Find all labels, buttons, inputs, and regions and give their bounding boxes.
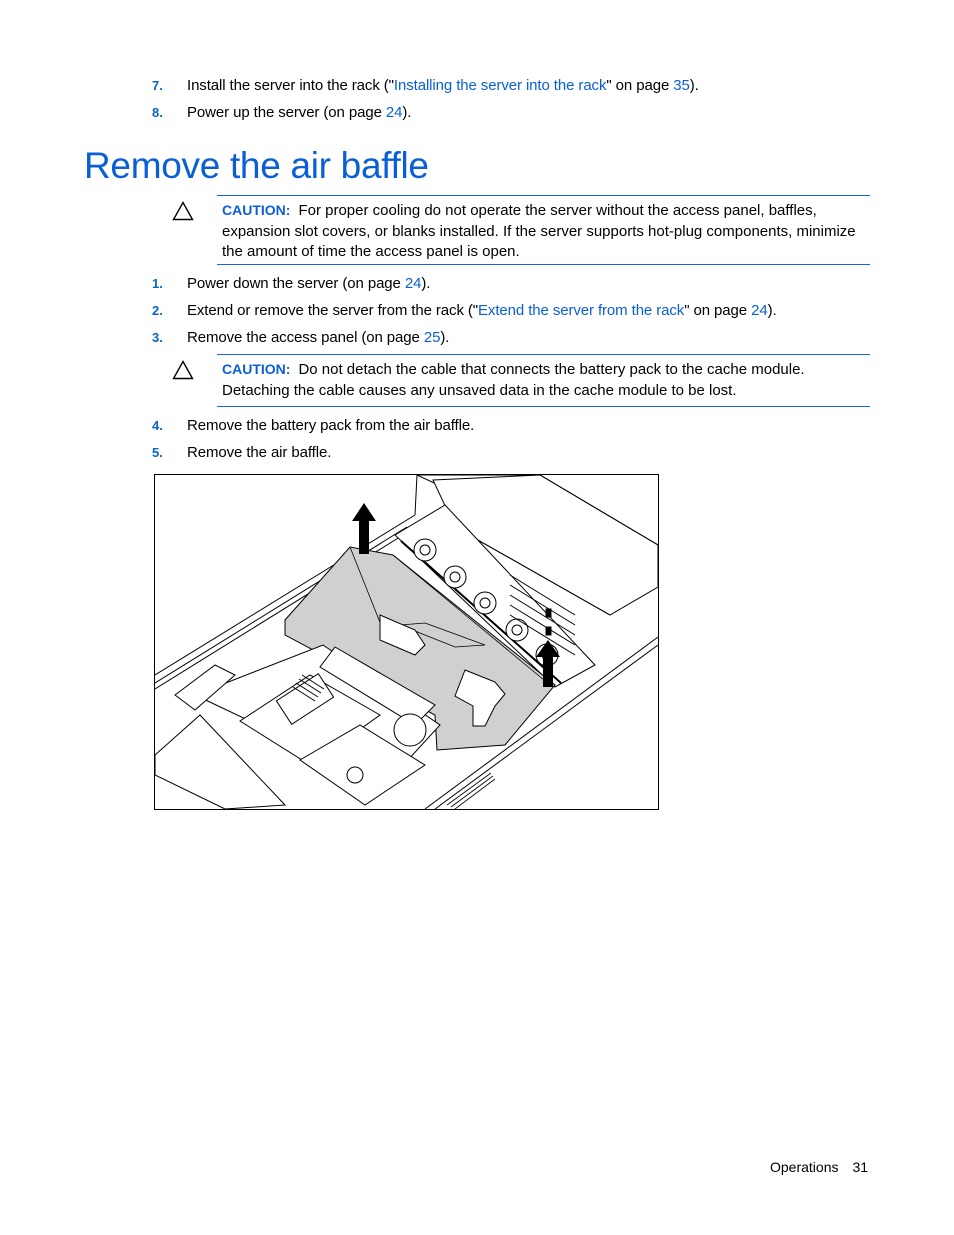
step-text-before: Power down the server (on page: [187, 275, 405, 292]
step-1: 1. Power down the server (on page 24).: [152, 275, 430, 293]
link-extend-server-from-rack[interactable]: Extend the server from the rack: [478, 302, 684, 319]
step-text-after: ).: [767, 302, 777, 319]
page-link-35[interactable]: 35: [673, 77, 690, 94]
page-link-24[interactable]: 24: [405, 275, 422, 292]
step-text: Remove the battery pack from the air baf…: [187, 417, 475, 434]
step-7: 7. Install the server into the rack ("Ins…: [152, 77, 699, 95]
step-number: 8.: [152, 105, 163, 120]
step-text-before: Extend or remove the server from the rac…: [187, 302, 479, 319]
step-text: Remove the air baffle.: [187, 444, 332, 461]
step-text-before: Install the server into the rack (": [187, 77, 394, 94]
step-text: Power down the server (on page 24).: [187, 275, 430, 292]
step-number: 7.: [152, 78, 163, 93]
lift-arrow-left: [352, 503, 376, 554]
step-text-after: ).: [402, 104, 412, 121]
step-text-after: ).: [689, 77, 699, 94]
caution-box-cooling: CAUTION: For proper cooling do not operat…: [217, 195, 870, 265]
step-text: Power up the server (on page 24).: [187, 104, 411, 121]
step-text-after: ).: [421, 275, 431, 292]
server-chassis-illustration: [155, 475, 658, 809]
caution-triangle-icon: [172, 360, 194, 380]
step-8: 8. Power up the server (on page 24).: [152, 104, 411, 122]
page-link-24[interactable]: 24: [751, 302, 768, 319]
step-number: 3.: [152, 330, 163, 345]
caution-triangle-icon: [172, 201, 194, 221]
step-text-middle: " on page: [606, 77, 674, 94]
step-text-before: Power up the server (on page: [187, 104, 386, 121]
step-number: 4.: [152, 418, 163, 433]
footer-section-name: Operations: [770, 1159, 839, 1175]
step-text-middle: " on page: [684, 302, 752, 319]
step-text: Install the server into the rack ("Insta…: [187, 77, 699, 94]
step-text: Extend or remove the server from the rac…: [187, 302, 777, 319]
step-3: 3. Remove the access panel (on page 25).: [152, 329, 449, 347]
step-4: 4. Remove the battery pack from the air b…: [152, 417, 474, 435]
caution-label: CAUTION:: [222, 361, 291, 377]
step-5: 5. Remove the air baffle.: [152, 444, 331, 462]
caution-box-battery-cable: CAUTION: Do not detach the cable that con…: [217, 354, 870, 407]
step-number: 5.: [152, 445, 163, 460]
step-number: 2.: [152, 303, 163, 318]
link-installing-server-into-rack[interactable]: Installing the server into the rack: [394, 77, 607, 94]
caution-label: CAUTION:: [222, 202, 291, 218]
air-baffle-removal-figure: [154, 474, 659, 810]
caution-text: For proper cooling do not operate the se…: [222, 202, 856, 260]
caution-text: Do not detach the cable that connects th…: [222, 361, 805, 399]
page-link-24[interactable]: 24: [386, 104, 403, 121]
page-footer: Operations 31: [770, 1159, 868, 1175]
section-title: Remove the air baffle: [84, 145, 429, 186]
step-text: Remove the access panel (on page 25).: [187, 329, 449, 346]
page-link-25[interactable]: 25: [424, 329, 441, 346]
chassis-vent: [446, 772, 496, 809]
step-text-before: Remove the access panel (on page: [187, 329, 424, 346]
footer-page-number: 31: [852, 1159, 869, 1175]
step-number: 1.: [152, 276, 163, 291]
step-text-after: ).: [440, 329, 450, 346]
step-2: 2. Extend or remove the server from the r…: [152, 302, 777, 320]
